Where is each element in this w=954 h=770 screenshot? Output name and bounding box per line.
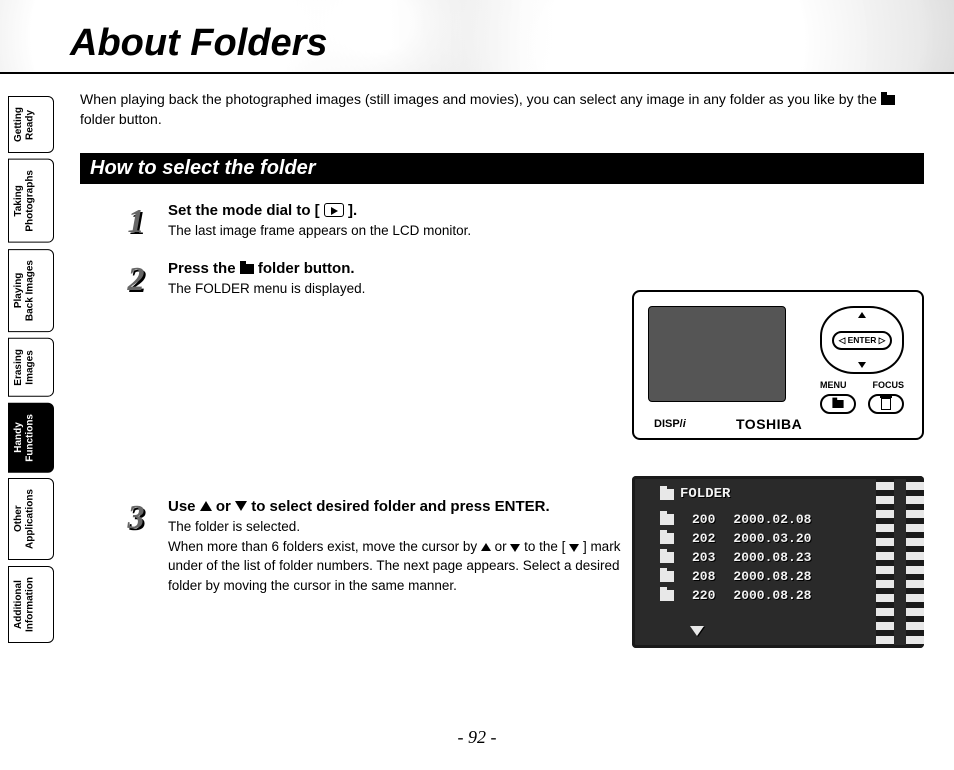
page-title: About Folders: [70, 22, 328, 65]
folder-icon: [881, 95, 895, 105]
dpad: ◁ ENTER ▷: [820, 306, 904, 374]
folder-icon: [660, 552, 674, 563]
down-arrow-icon: [235, 501, 247, 511]
s3da: The folder is selected.: [168, 519, 300, 534]
folder-icon: [660, 590, 674, 601]
folder-date: 2000.02.08: [733, 512, 811, 527]
s3tb: or: [212, 498, 235, 515]
tab-other-applications[interactable]: Other Applications: [8, 478, 54, 560]
camera-lcd: [648, 306, 786, 402]
folder-icon: [660, 489, 674, 500]
folder-num: 202: [692, 531, 715, 546]
folder-icon: [832, 400, 843, 408]
menu-button: [820, 394, 856, 414]
folder-list: 200 2000.02.08 202 2000.03.20 203 2000.08.2…: [660, 512, 864, 607]
step-3-title: Use or to select desired folder and pres…: [168, 498, 648, 515]
folder-icon: [660, 571, 674, 582]
folder-icon: [660, 514, 674, 525]
intro-a: When playing back the photographed image…: [80, 91, 881, 107]
folder-menu-header: FOLDER: [660, 486, 730, 502]
trash-icon: [881, 398, 891, 410]
step2-title-a: Press the: [168, 260, 240, 277]
step-number-1: 1: [118, 202, 154, 242]
tab-playing-back-images[interactable]: Playing Back Images: [8, 249, 54, 332]
sidebar-tabs: Getting Ready Taking Photographs Playing…: [8, 96, 54, 643]
camera-illustration: DISP/i TOSHIBA ◁ ENTER ▷ MENU FOCUS: [632, 290, 924, 440]
s3dd: to the [: [520, 539, 569, 554]
folder-row: 203 2000.08.23: [660, 550, 864, 565]
tab-erasing-images[interactable]: Erasing Images: [8, 338, 54, 397]
folder-num: 220: [692, 588, 715, 603]
up-arrow-icon: [200, 501, 212, 511]
intro-b: folder button.: [80, 111, 162, 127]
dpad-up-icon: [858, 312, 866, 318]
folder-row: 208 2000.08.28: [660, 569, 864, 584]
step-number-3: 3: [118, 498, 154, 538]
step2-title-b: folder button.: [254, 260, 355, 277]
folder-num: 203: [692, 550, 715, 565]
s3db: When more than 6 folders exist, move the…: [168, 539, 481, 554]
folder-row: 200 2000.02.08: [660, 512, 864, 527]
step1-title-a: Set the mode dial to [: [168, 202, 324, 219]
folder-menu-illustration: FOLDER 2002000.02.08 2022000.03.20 20320…: [632, 476, 924, 648]
title-rule: [0, 72, 954, 74]
focus-button: [868, 394, 904, 414]
folder-icon: [660, 533, 674, 544]
step-3-desc: The folder is selected. When more than 6…: [168, 517, 648, 595]
dpad-down-icon: [858, 362, 866, 368]
folder-date: 2000.03.20: [733, 531, 811, 546]
folder-menu-title: FOLDER: [680, 486, 730, 502]
tab-getting-ready[interactable]: Getting Ready: [8, 96, 54, 153]
folder-date: 2000.08.28: [733, 588, 811, 603]
camera-buttons: [820, 394, 904, 414]
step-1: 1 Set the mode dial to [ ]. The last ima…: [118, 202, 924, 242]
step-1-desc: The last image frame appears on the LCD …: [168, 221, 924, 241]
tab-taking-photographs[interactable]: Taking Photographs: [8, 159, 54, 243]
camera-button-labels: MENU FOCUS: [820, 380, 904, 390]
scroll-down-icon: [690, 626, 704, 636]
section-heading: How to select the folder: [80, 153, 924, 184]
s3dc: or: [491, 539, 511, 554]
step-number-2: 2: [118, 260, 154, 300]
down-arrow-icon: [569, 544, 579, 552]
film-strip-left: [876, 476, 894, 648]
step-1-title: Set the mode dial to [ ].: [168, 202, 924, 219]
folder-icon: [240, 264, 254, 274]
step1-title-b: ].: [344, 202, 357, 219]
s3tc: to select desired folder and press ENTER…: [247, 498, 550, 515]
film-strip-right: [906, 476, 924, 648]
disp-label: DISP/i: [654, 418, 686, 430]
brand-label: TOSHIBA: [736, 416, 802, 432]
enter-button-label: ◁ ENTER ▷: [832, 331, 893, 350]
up-arrow-icon: [481, 543, 491, 551]
intro-text: When playing back the photographed image…: [80, 90, 924, 129]
folder-num: 208: [692, 569, 715, 584]
folder-num: 200: [692, 512, 715, 527]
disp-text: DISP/: [654, 418, 683, 430]
folder-row: 220 2000.08.28: [660, 588, 864, 603]
disp-i: i: [683, 418, 686, 430]
folder-date: 2000.08.23: [733, 550, 811, 565]
tab-handy-functions[interactable]: Handy Functions: [8, 403, 54, 473]
tab-additional-information[interactable]: Additional Information: [8, 566, 54, 643]
page-number: - 92 -: [458, 727, 497, 748]
step-2-title: Press the folder button.: [168, 260, 924, 277]
menu-label: MENU: [820, 380, 847, 390]
folder-row: 202 2000.03.20: [660, 531, 864, 546]
playback-mode-icon: [324, 203, 344, 217]
down-arrow-icon: [510, 544, 520, 552]
folder-date: 2000.08.28: [733, 569, 811, 584]
focus-label: FOCUS: [873, 380, 905, 390]
s3ta: Use: [168, 498, 200, 515]
